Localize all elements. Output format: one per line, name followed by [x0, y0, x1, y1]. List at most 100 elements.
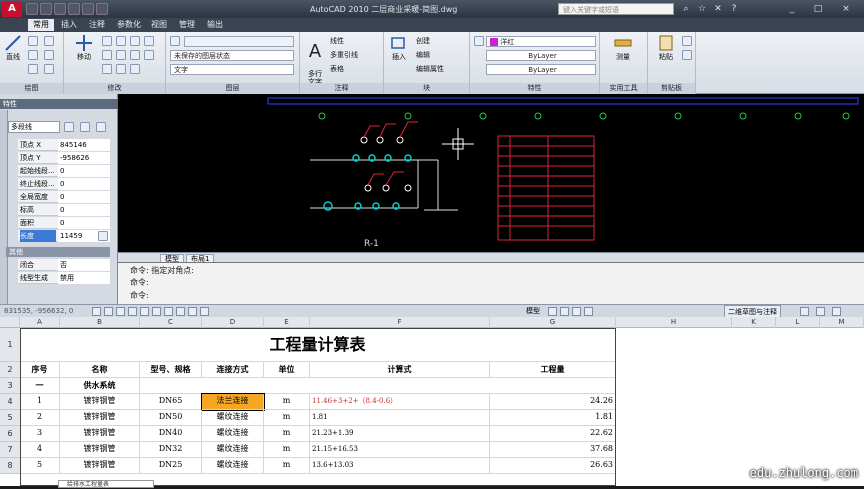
rotate-icon[interactable] — [102, 36, 112, 46]
utilities-panel-title[interactable]: 实用工具 — [600, 83, 647, 94]
cell-spec[interactable]: DN25 — [140, 458, 202, 474]
snap-icon[interactable] — [92, 307, 101, 316]
clipboard-panel-title[interactable]: 剪贴板 — [648, 83, 695, 94]
tab-view[interactable]: 视图 — [146, 19, 172, 31]
search-icon[interactable]: ⌕ — [680, 3, 692, 15]
ellipse-icon[interactable] — [44, 64, 54, 74]
drawing-canvas[interactable]: R-1 — [118, 94, 864, 254]
array-icon[interactable] — [116, 64, 126, 74]
match-properties-icon[interactable] — [474, 36, 484, 46]
line-button[interactable]: 直线 — [2, 34, 24, 62]
header-cell[interactable]: 单位 — [264, 362, 310, 378]
prop-row[interactable]: 顶点 X 845146 — [18, 139, 110, 151]
column-header[interactable]: G — [490, 317, 616, 328]
model-space-label[interactable]: 模型 — [526, 305, 540, 317]
column-header[interactable]: F — [310, 317, 490, 328]
column-header[interactable]: H — [616, 317, 732, 328]
close-button[interactable]: × — [840, 3, 852, 15]
prop-row[interactable]: 起始线段... 0 — [18, 165, 110, 177]
open-file-icon[interactable] — [40, 3, 52, 15]
column-header[interactable]: C — [140, 317, 202, 328]
pan-icon[interactable] — [560, 307, 569, 316]
cell-connection-selected[interactable]: 法兰连接 — [201, 393, 265, 411]
cut-icon[interactable] — [682, 36, 692, 46]
steering-wheel-icon[interactable] — [584, 307, 593, 316]
polar-icon[interactable] — [128, 307, 137, 316]
layer-state-dropdown[interactable]: 未保存的图层状态 — [170, 50, 294, 61]
prop-row[interactable]: 终止线段... 0 — [18, 178, 110, 190]
scale-icon[interactable] — [102, 64, 112, 74]
hatch-icon[interactable] — [44, 50, 54, 60]
layer-properties-icon[interactable] — [170, 36, 180, 46]
row-header[interactable]: 2 — [0, 362, 20, 378]
edit-attributes-button[interactable]: 编辑属性 — [416, 64, 470, 74]
cell-name[interactable]: 镀锌钢管 — [60, 394, 140, 410]
linetype-dropdown[interactable]: ByLayer — [486, 50, 596, 61]
new-file-icon[interactable] — [26, 3, 38, 15]
save-icon[interactable] — [54, 3, 66, 15]
cell-spec[interactable]: DN40 — [140, 426, 202, 442]
column-header[interactable]: M — [820, 317, 864, 328]
tab-manage[interactable]: 管理 — [174, 19, 200, 31]
tab-output[interactable]: 输出 — [202, 19, 228, 31]
layers-panel-title[interactable]: 图层 — [166, 83, 299, 94]
row-header[interactable]: 7 — [0, 442, 20, 458]
insert-block-button[interactable]: 插入 — [386, 34, 412, 62]
annotation-panel-title[interactable]: 注释 — [300, 83, 383, 94]
cell-spec[interactable]: DN32 — [140, 442, 202, 458]
plot-icon[interactable] — [96, 3, 108, 15]
help-icon[interactable]: ? — [728, 3, 740, 15]
mirror-icon[interactable] — [102, 50, 112, 60]
block-panel-title[interactable]: 块 — [384, 83, 469, 94]
cell-unit[interactable]: m — [264, 410, 310, 426]
table-button[interactable]: 表格 — [330, 64, 380, 74]
minimize-button[interactable]: _ — [786, 3, 798, 15]
linear-dim-button[interactable]: 线性 — [330, 36, 380, 46]
cell-unit[interactable]: m — [264, 426, 310, 442]
clean-screen-icon[interactable] — [832, 307, 841, 316]
sheet-tab[interactable]: 给排水工程量表 — [58, 480, 154, 488]
zoom-icon[interactable] — [572, 307, 581, 316]
tab-annotate[interactable]: 注释 — [84, 19, 110, 31]
autocad-logo-icon[interactable]: A — [2, 1, 22, 17]
tab-parametric[interactable]: 参数化 — [112, 19, 146, 31]
maximize-button[interactable]: □ — [812, 3, 824, 15]
cell-name[interactable]: 镀锌钢管 — [60, 410, 140, 426]
cell-num[interactable]: 1 — [20, 394, 60, 410]
multileader-button[interactable]: 多重引线 — [330, 50, 384, 60]
prop-row[interactable]: 全局宽度 0 — [18, 191, 110, 203]
communication-icon[interactable]: ☆ — [696, 3, 708, 15]
otrack-icon[interactable] — [152, 307, 161, 316]
edit-block-button[interactable]: 编辑 — [416, 50, 466, 60]
erase-icon[interactable] — [130, 36, 140, 46]
cell-quantity[interactable]: 22.62 — [490, 426, 616, 442]
prop-row[interactable]: 面积 0 — [18, 217, 110, 229]
properties-ribbon-title[interactable]: 特性 — [470, 83, 599, 94]
draw-panel-title[interactable]: 绘图 — [0, 83, 63, 94]
cell-connection[interactable]: 螺纹连接 — [202, 410, 264, 426]
cell-quantity[interactable]: 1.81 — [490, 410, 616, 426]
quick-select-icon[interactable] — [96, 122, 106, 132]
undo-icon[interactable] — [68, 3, 80, 15]
cell-quantity[interactable]: 24.26 — [490, 394, 616, 410]
cell-name[interactable]: 镀锌钢管 — [60, 426, 140, 442]
column-header[interactable]: E — [264, 317, 310, 328]
column-header[interactable]: A — [20, 317, 60, 328]
lock-icon[interactable] — [800, 307, 809, 316]
prop-row-length[interactable]: 长度 11459 — [18, 230, 110, 242]
measure-button[interactable]: 测量 — [608, 34, 638, 62]
column-header[interactable]: K — [732, 317, 776, 328]
create-block-button[interactable]: 创建 — [416, 36, 466, 46]
row-header[interactable]: 8 — [0, 458, 20, 474]
select-objects-icon[interactable] — [80, 122, 90, 132]
cell-formula[interactable]: 21.15+16.53 — [310, 442, 490, 458]
redo-icon[interactable] — [82, 3, 94, 15]
prop-row[interactable]: 线型生成 禁用 — [18, 272, 110, 284]
header-cell[interactable]: 名称 — [60, 362, 140, 378]
cell-connection[interactable]: 螺纹连接 — [202, 426, 264, 442]
calculator-icon[interactable] — [98, 231, 108, 241]
column-header[interactable]: L — [776, 317, 820, 328]
circle-icon[interactable] — [28, 50, 38, 60]
cell-formula[interactable]: 21.23+1.39 — [310, 426, 490, 442]
qp-icon[interactable] — [200, 307, 209, 316]
